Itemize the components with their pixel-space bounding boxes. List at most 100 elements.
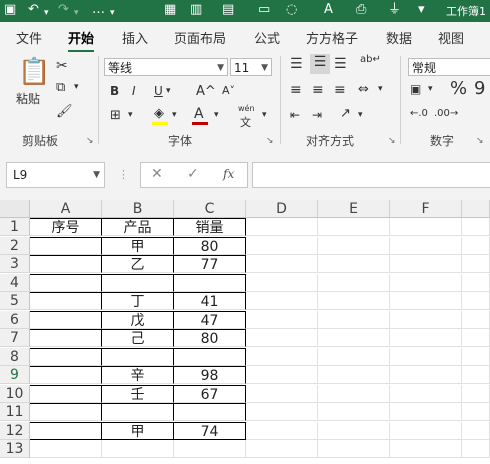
orientation-icon[interactable]: ↗ — [340, 106, 351, 121]
cell-partial[interactable] — [462, 273, 490, 292]
more-commands-icon[interactable]: … — [92, 2, 105, 18]
cell-c13[interactable] — [174, 440, 246, 458]
copy-dropdown-icon[interactable]: ▾ — [74, 82, 79, 92]
paste-icon[interactable]: 📋 — [18, 58, 50, 86]
cell-f9[interactable] — [390, 366, 462, 384]
cell-partial[interactable] — [462, 218, 490, 236]
shapes-icon[interactable]: ◌ — [286, 2, 297, 18]
font-color-dropdown-icon[interactable]: ▾ — [214, 110, 219, 120]
cell-e5[interactable] — [318, 292, 390, 310]
wrap-text-icon[interactable]: ab↵ — [360, 54, 381, 65]
align-center-icon[interactable]: ≡ — [312, 82, 324, 98]
decrease-indent-icon[interactable]: ⇤ — [290, 108, 300, 122]
cell-f4[interactable] — [390, 273, 462, 292]
cell-partial[interactable] — [462, 403, 490, 421]
cell-partial[interactable] — [462, 347, 490, 366]
table-icon[interactable]: ▦ — [164, 2, 176, 18]
cell-e12[interactable] — [318, 421, 390, 440]
chart-icon[interactable]: ▥ — [190, 2, 202, 18]
cell-b8[interactable] — [102, 347, 174, 366]
column-header-partial[interactable] — [462, 200, 490, 218]
bold-button[interactable]: B — [110, 84, 119, 98]
formula-input[interactable] — [252, 162, 490, 188]
tab-formulas[interactable]: 公式 — [254, 28, 280, 47]
row-header-1[interactable]: 1 — [0, 218, 30, 236]
column-header-c[interactable]: C — [174, 200, 246, 218]
undo-icon[interactable]: ↶ — [28, 2, 39, 18]
alignment-launcher-icon[interactable]: ↘ — [388, 136, 396, 146]
select-all-corner[interactable] — [0, 200, 30, 218]
cell-d11[interactable] — [246, 403, 318, 421]
font-name-combo[interactable]: 等线 ▼ — [104, 58, 228, 76]
cell-partial[interactable] — [462, 440, 490, 458]
cell-f1[interactable] — [390, 218, 462, 236]
cell-d6[interactable] — [246, 310, 318, 329]
cell-a7[interactable] — [30, 329, 102, 347]
cell-c12[interactable]: 74 — [174, 421, 246, 440]
print-icon[interactable]: ⎙ — [356, 2, 366, 18]
cell-partial[interactable] — [462, 329, 490, 347]
undo-dropdown-icon[interactable]: ▾ — [44, 5, 49, 21]
cell-d3[interactable] — [246, 255, 318, 273]
cell-e3[interactable] — [318, 255, 390, 273]
shrink-font-button[interactable]: A˅ — [222, 84, 235, 97]
borders-icon[interactable]: ⊞ — [110, 108, 121, 123]
cell-f12[interactable] — [390, 421, 462, 440]
cell-a10[interactable] — [30, 384, 102, 403]
cell-a12[interactable] — [30, 421, 102, 440]
row-header-4[interactable]: 4 — [0, 273, 30, 292]
cell-partial[interactable] — [462, 421, 490, 440]
name-box[interactable]: L9 ▼ — [6, 162, 105, 188]
fill-color-dropdown-icon[interactable]: ▾ — [172, 110, 177, 120]
cell-f5[interactable] — [390, 292, 462, 310]
cell-partial[interactable] — [462, 255, 490, 273]
cell-f8[interactable] — [390, 347, 462, 366]
cell-b12[interactable]: 甲 — [102, 421, 174, 440]
phonetic-char[interactable]: 文 — [240, 114, 251, 130]
font-color-icon[interactable]: A — [194, 106, 204, 122]
merge-center-icon[interactable]: ⇔ — [358, 82, 369, 97]
italic-button[interactable]: I — [132, 84, 136, 98]
save-icon[interactable]: ▣ — [4, 2, 16, 18]
align-left-icon[interactable]: ≡ — [290, 82, 302, 98]
decrease-decimal-icon[interactable]: .00→ — [434, 108, 458, 119]
insert-function-button[interactable]: fx — [223, 167, 234, 181]
cell-c5[interactable]: 41 — [174, 292, 246, 310]
grow-font-button[interactable]: A^ — [196, 84, 216, 99]
row-header-7[interactable]: 7 — [0, 329, 30, 347]
cell-e2[interactable] — [318, 236, 390, 255]
cancel-icon[interactable]: ✕ — [151, 166, 163, 182]
cell-c4[interactable] — [174, 273, 246, 292]
copy-icon[interactable]: ⧉ — [56, 80, 65, 95]
clipboard-launcher-icon[interactable]: ↘ — [86, 136, 94, 146]
column-header-f[interactable]: F — [390, 200, 462, 218]
cell-f3[interactable] — [390, 255, 462, 273]
cell-b5[interactable]: 丁 — [102, 292, 174, 310]
cell-c8[interactable] — [174, 347, 246, 366]
cell-e13[interactable] — [318, 440, 390, 458]
cell-b9[interactable]: 辛 — [102, 366, 174, 384]
increase-indent-icon[interactable]: ⇥ — [312, 108, 322, 122]
accounting-icon[interactable]: ▣ — [410, 82, 421, 96]
font-launcher-icon[interactable]: ↘ — [266, 136, 274, 146]
cell-a4[interactable] — [30, 273, 102, 292]
cell-c2[interactable]: 80 — [174, 236, 246, 255]
cell-f11[interactable] — [390, 403, 462, 421]
orientation-dropdown-icon[interactable]: ▾ — [358, 110, 363, 120]
customize-icon[interactable]: ▾ — [418, 2, 425, 18]
cell-d10[interactable] — [246, 384, 318, 403]
cell-f10[interactable] — [390, 384, 462, 403]
cell-b7[interactable]: 己 — [102, 329, 174, 347]
row-header-8[interactable]: 8 — [0, 347, 30, 366]
cell-f2[interactable] — [390, 236, 462, 255]
tab-data[interactable]: 数据 — [386, 28, 412, 47]
format-painter-icon[interactable]: 🖌 — [56, 104, 73, 119]
row-header-13[interactable]: 13 — [0, 440, 30, 458]
screenshot-icon[interactable]: ▭ — [258, 2, 270, 18]
cell-d8[interactable] — [246, 347, 318, 366]
underline-dropdown-icon[interactable]: ▾ — [166, 86, 171, 96]
textbox-icon[interactable]: A — [324, 2, 333, 18]
cell-d5[interactable] — [246, 292, 318, 310]
row-header-12[interactable]: 12 — [0, 421, 30, 440]
grid-icon[interactable]: ▤ — [222, 2, 234, 18]
